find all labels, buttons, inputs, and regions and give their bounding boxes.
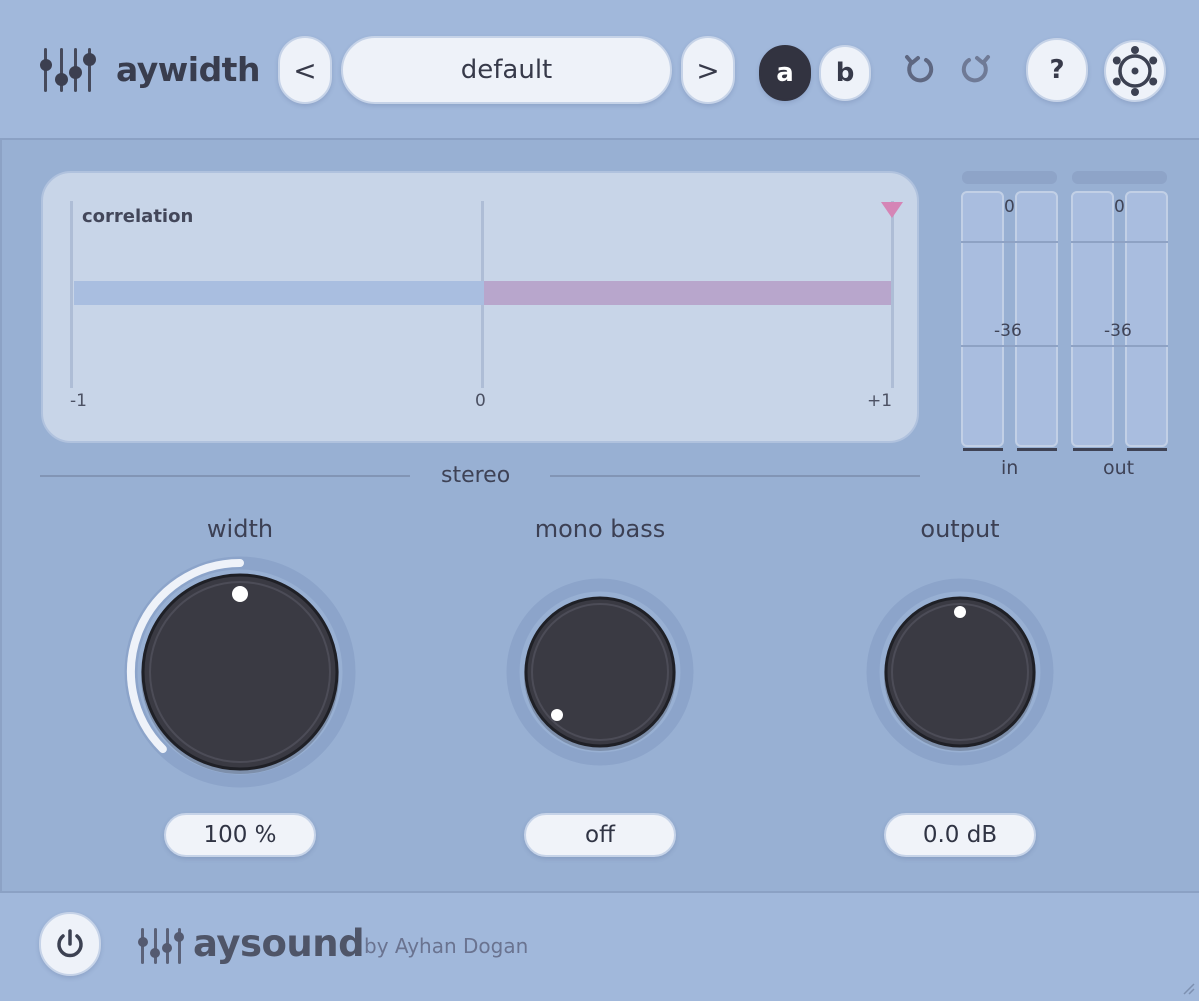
section-divider-left [40, 475, 410, 477]
correlation-line-min [70, 201, 73, 388]
mono-bass-value-field[interactable]: off [524, 813, 676, 857]
output-meter-left-level [1073, 448, 1113, 451]
input-meter-gridline [961, 241, 1058, 243]
help-button[interactable]: ? [1026, 38, 1088, 102]
input-meter-clip-indicator [962, 171, 1057, 184]
mono-bass-label: mono bass [534, 515, 666, 543]
input-meter-left-level [963, 448, 1003, 451]
output-knob[interactable] [860, 572, 1060, 772]
next-preset-button[interactable]: > [681, 36, 735, 104]
output-meter-scale-mid: -36 [1104, 321, 1132, 341]
top-bar: aywidth < default > a b ? [0, 0, 1199, 140]
footer-brand: aysound [193, 922, 365, 965]
input-meter-label: in [1001, 457, 1019, 479]
panel-border [0, 140, 2, 891]
sliders-logo-icon [40, 48, 96, 92]
output-meter-gridline [1071, 241, 1168, 243]
redo-icon[interactable] [957, 53, 993, 89]
correlation-meter: correlation -1 0 +1 [41, 171, 919, 443]
output-meter-right [1125, 191, 1168, 447]
undo-icon[interactable] [902, 53, 938, 89]
input-meter-scale-top: 0 [1004, 197, 1015, 217]
correlation-bar-positive [484, 281, 891, 305]
correlation-line-max [891, 201, 894, 388]
settings-button[interactable] [1104, 40, 1166, 102]
settings-icon [1112, 46, 1158, 96]
input-meter-right [1015, 191, 1058, 447]
ab-a-button[interactable]: a [759, 45, 811, 101]
input-meter-scale-mid: -36 [994, 321, 1022, 341]
section-label: stereo [441, 463, 511, 488]
output-label: output [920, 515, 1000, 543]
correlation-title: correlation [82, 206, 194, 227]
app-title: aywidth [116, 50, 260, 89]
output-meter-scale-top: 0 [1114, 197, 1125, 217]
footer-credit: by Ayhan Dogan [364, 934, 529, 958]
preset-name-field[interactable]: default [341, 36, 672, 104]
resize-grip-icon[interactable] [1181, 981, 1195, 995]
sliders-logo-icon [138, 928, 184, 964]
correlation-tick-min: -1 [70, 391, 87, 411]
width-label: width [206, 515, 274, 543]
input-meter-right-level [1017, 448, 1057, 451]
power-button[interactable] [39, 912, 101, 976]
output-value-field[interactable]: 0.0 dB [884, 813, 1036, 857]
output-meter-label: out [1103, 457, 1135, 479]
output-meter-left [1071, 191, 1114, 447]
power-icon [57, 929, 83, 958]
width-knob[interactable] [110, 542, 370, 802]
correlation-tick-center: 0 [475, 391, 486, 411]
section-divider-right [550, 475, 920, 477]
width-value-field[interactable]: 100 % [164, 813, 316, 857]
output-meter-right-level [1127, 448, 1167, 451]
correlation-track-negative [74, 281, 484, 305]
output-meter-clip-indicator [1072, 171, 1167, 184]
mono-bass-knob[interactable] [500, 572, 700, 772]
ab-b-button[interactable]: b [819, 45, 871, 101]
output-meter-gridline [1071, 345, 1168, 347]
input-meter-gridline [961, 345, 1058, 347]
previous-preset-button[interactable]: < [278, 36, 332, 104]
input-meter-left [961, 191, 1004, 447]
correlation-marker-icon [881, 202, 903, 218]
correlation-tick-max: +1 [867, 391, 893, 411]
